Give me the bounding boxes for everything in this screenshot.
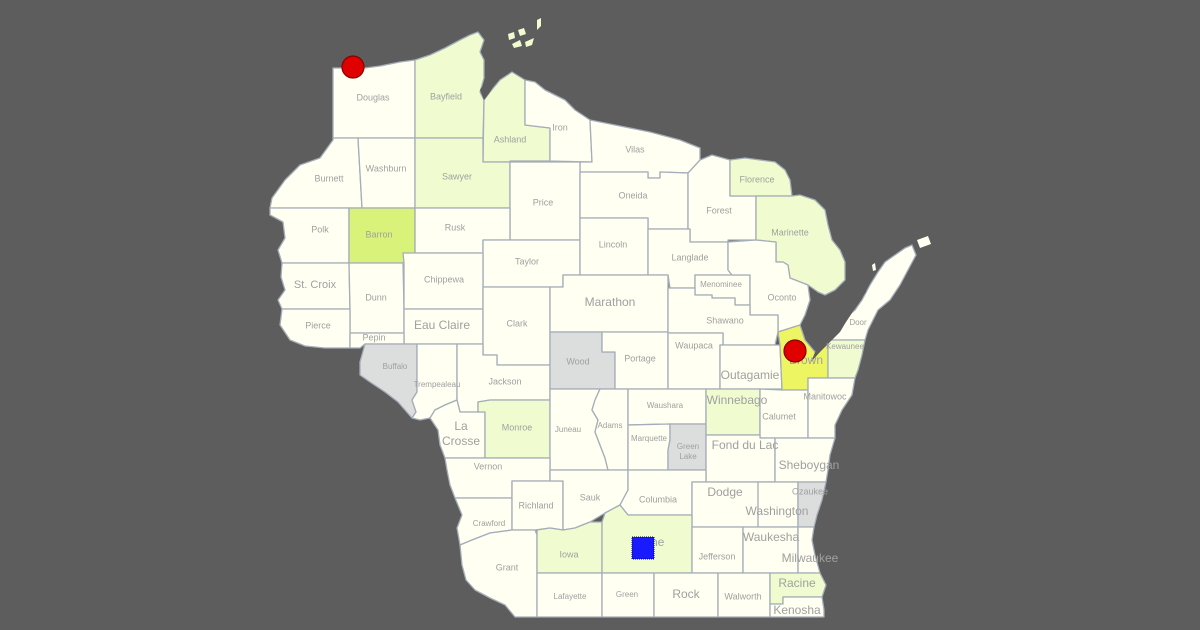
county-st-croix[interactable] [277, 262, 351, 310]
county-green[interactable] [601, 572, 655, 618]
county-jefferson[interactable] [691, 526, 744, 574]
county-washington[interactable] [757, 481, 799, 528]
county-clark[interactable] [482, 286, 551, 366]
county-monroe[interactable] [477, 399, 551, 459]
county-rock[interactable] [653, 572, 719, 618]
county-dunn[interactable] [348, 262, 405, 334]
county-lincoln[interactable] [579, 217, 649, 276]
county-richland[interactable] [511, 480, 564, 531]
county-outagamie[interactable] [719, 344, 783, 390]
county-winnebago[interactable] [705, 388, 761, 436]
county-eau-claire[interactable] [403, 308, 484, 345]
county-fond-du-lac[interactable] [705, 434, 776, 483]
county-waukesha[interactable] [742, 526, 799, 574]
county-marathon[interactable] [549, 274, 669, 333]
county-price[interactable] [509, 161, 581, 241]
county-washburn[interactable] [357, 137, 416, 209]
county-waushara[interactable] [627, 388, 707, 426]
county-walworth[interactable] [717, 572, 771, 618]
county-waupaca[interactable] [667, 332, 724, 390]
marker-square-dane[interactable] [631, 536, 655, 560]
marker-circle-douglas[interactable] [341, 55, 365, 79]
county-sheboygan[interactable] [774, 437, 836, 483]
county-iowa[interactable] [536, 521, 603, 574]
wisconsin-county-map: Douglas BayfieldAshlandIronVilasBurnettWa… [0, 0, 1200, 630]
county-marquette[interactable] [627, 423, 671, 471]
county-lafayette[interactable] [536, 572, 603, 618]
marker-circle-brown[interactable] [783, 339, 807, 363]
county-calumet[interactable] [759, 388, 809, 439]
county-green-lake[interactable] [667, 423, 707, 471]
county-chippewa[interactable] [402, 252, 484, 310]
